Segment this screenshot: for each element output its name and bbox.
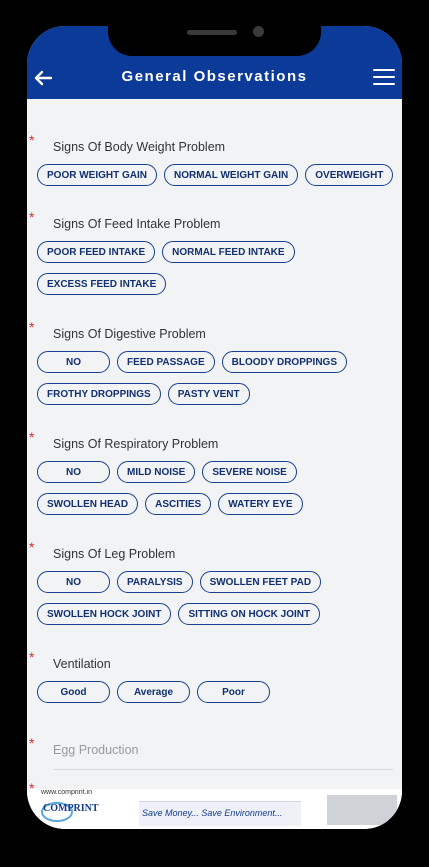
- option-chip[interactable]: NO: [37, 351, 110, 373]
- option-chip[interactable]: NORMAL WEIGHT GAIN: [164, 164, 299, 186]
- phone-frame: General Observations * Signs Of Body Wei…: [27, 26, 402, 829]
- banner-tagline: Save Money... Save Environment...: [142, 808, 283, 818]
- option-chip[interactable]: PARALYSIS: [117, 571, 193, 593]
- banner-url: www.comprint.in: [41, 789, 92, 796]
- option-chip[interactable]: NO: [37, 461, 110, 483]
- banner-brand: COMPRINT: [43, 803, 99, 814]
- front-camera: [253, 26, 264, 37]
- section-label: Signs Of Leg Problem: [53, 547, 176, 561]
- option-chip[interactable]: PASTY VENT: [167, 383, 250, 405]
- egg-production-field[interactable]: Egg Production: [53, 743, 138, 757]
- required-marker: *: [29, 209, 35, 225]
- option-chip[interactable]: FEED PASSAGE: [117, 351, 215, 373]
- section-label: Signs Of Body Weight Problem: [53, 140, 226, 154]
- section-label: Signs Of Digestive Problem: [53, 327, 206, 341]
- option-chip[interactable]: BLOODY DROPPINGS: [221, 351, 347, 373]
- required-marker: *: [29, 429, 35, 445]
- option-chip[interactable]: POOR WEIGHT GAIN: [37, 164, 157, 186]
- section-label: Signs Of Feed Intake Problem: [53, 217, 221, 231]
- option-chip[interactable]: MILD NOISE: [117, 461, 196, 483]
- hamburger-menu-icon[interactable]: [373, 69, 395, 87]
- option-chip[interactable]: Average: [117, 681, 190, 703]
- option-chip[interactable]: SWOLLEN HOCK JOINT: [37, 603, 172, 625]
- banner-product-image: [327, 795, 397, 825]
- option-chip[interactable]: FROTHY DROPPINGS: [37, 383, 161, 405]
- required-marker: *: [29, 539, 35, 555]
- option-chip[interactable]: NORMAL FEED INTAKE: [162, 241, 295, 263]
- option-chips: POOR FEED INTAKE NORMAL FEED INTAKE EXCE…: [37, 241, 397, 295]
- section-label: Signs Of Respiratory Problem: [53, 437, 219, 451]
- speaker-grille: [187, 30, 237, 35]
- required-marker: *: [29, 319, 35, 335]
- option-chips: NO MILD NOISE SEVERE NOISE SWOLLEN HEAD …: [37, 461, 397, 515]
- option-chips: POOR WEIGHT GAIN NORMAL WEIGHT GAIN OVER…: [37, 164, 397, 186]
- option-chips: Good Average Poor: [37, 681, 397, 703]
- option-chip[interactable]: SWOLLEN HEAD: [37, 493, 139, 515]
- option-chip[interactable]: ASCITIES: [145, 493, 212, 515]
- option-chips: NO FEED PASSAGE BLOODY DROPPINGS FROTHY …: [37, 351, 397, 405]
- option-chip[interactable]: OVERWEIGHT: [305, 164, 394, 186]
- option-chips: NO PARALYSIS SWOLLEN FEET PAD SWOLLEN HO…: [37, 571, 397, 625]
- option-chip[interactable]: WATERY EYE: [218, 493, 303, 515]
- page-title: General Observations: [121, 68, 308, 85]
- option-chip[interactable]: NO: [37, 571, 110, 593]
- observations-form: * Signs Of Body Weight Problem POOR WEIG…: [27, 99, 402, 829]
- option-chip[interactable]: SEVERE NOISE: [202, 461, 297, 483]
- option-chip[interactable]: Poor: [197, 681, 270, 703]
- option-chip[interactable]: SWOLLEN FEET PAD: [199, 571, 322, 593]
- section-label: Ventilation: [53, 657, 111, 671]
- option-chip[interactable]: SITTING ON HOCK JOINT: [178, 603, 321, 625]
- option-chip[interactable]: POOR FEED INTAKE: [37, 241, 156, 263]
- ad-banner[interactable]: www.comprint.in COMPRINT Save Money... S…: [27, 789, 402, 829]
- option-chip[interactable]: EXCESS FEED INTAKE: [37, 273, 167, 295]
- required-marker: *: [29, 735, 35, 751]
- required-marker: *: [29, 649, 35, 665]
- required-marker: *: [29, 132, 35, 148]
- option-chip[interactable]: Good: [37, 681, 110, 703]
- device-notch: [108, 26, 321, 56]
- field-underline: [53, 769, 393, 770]
